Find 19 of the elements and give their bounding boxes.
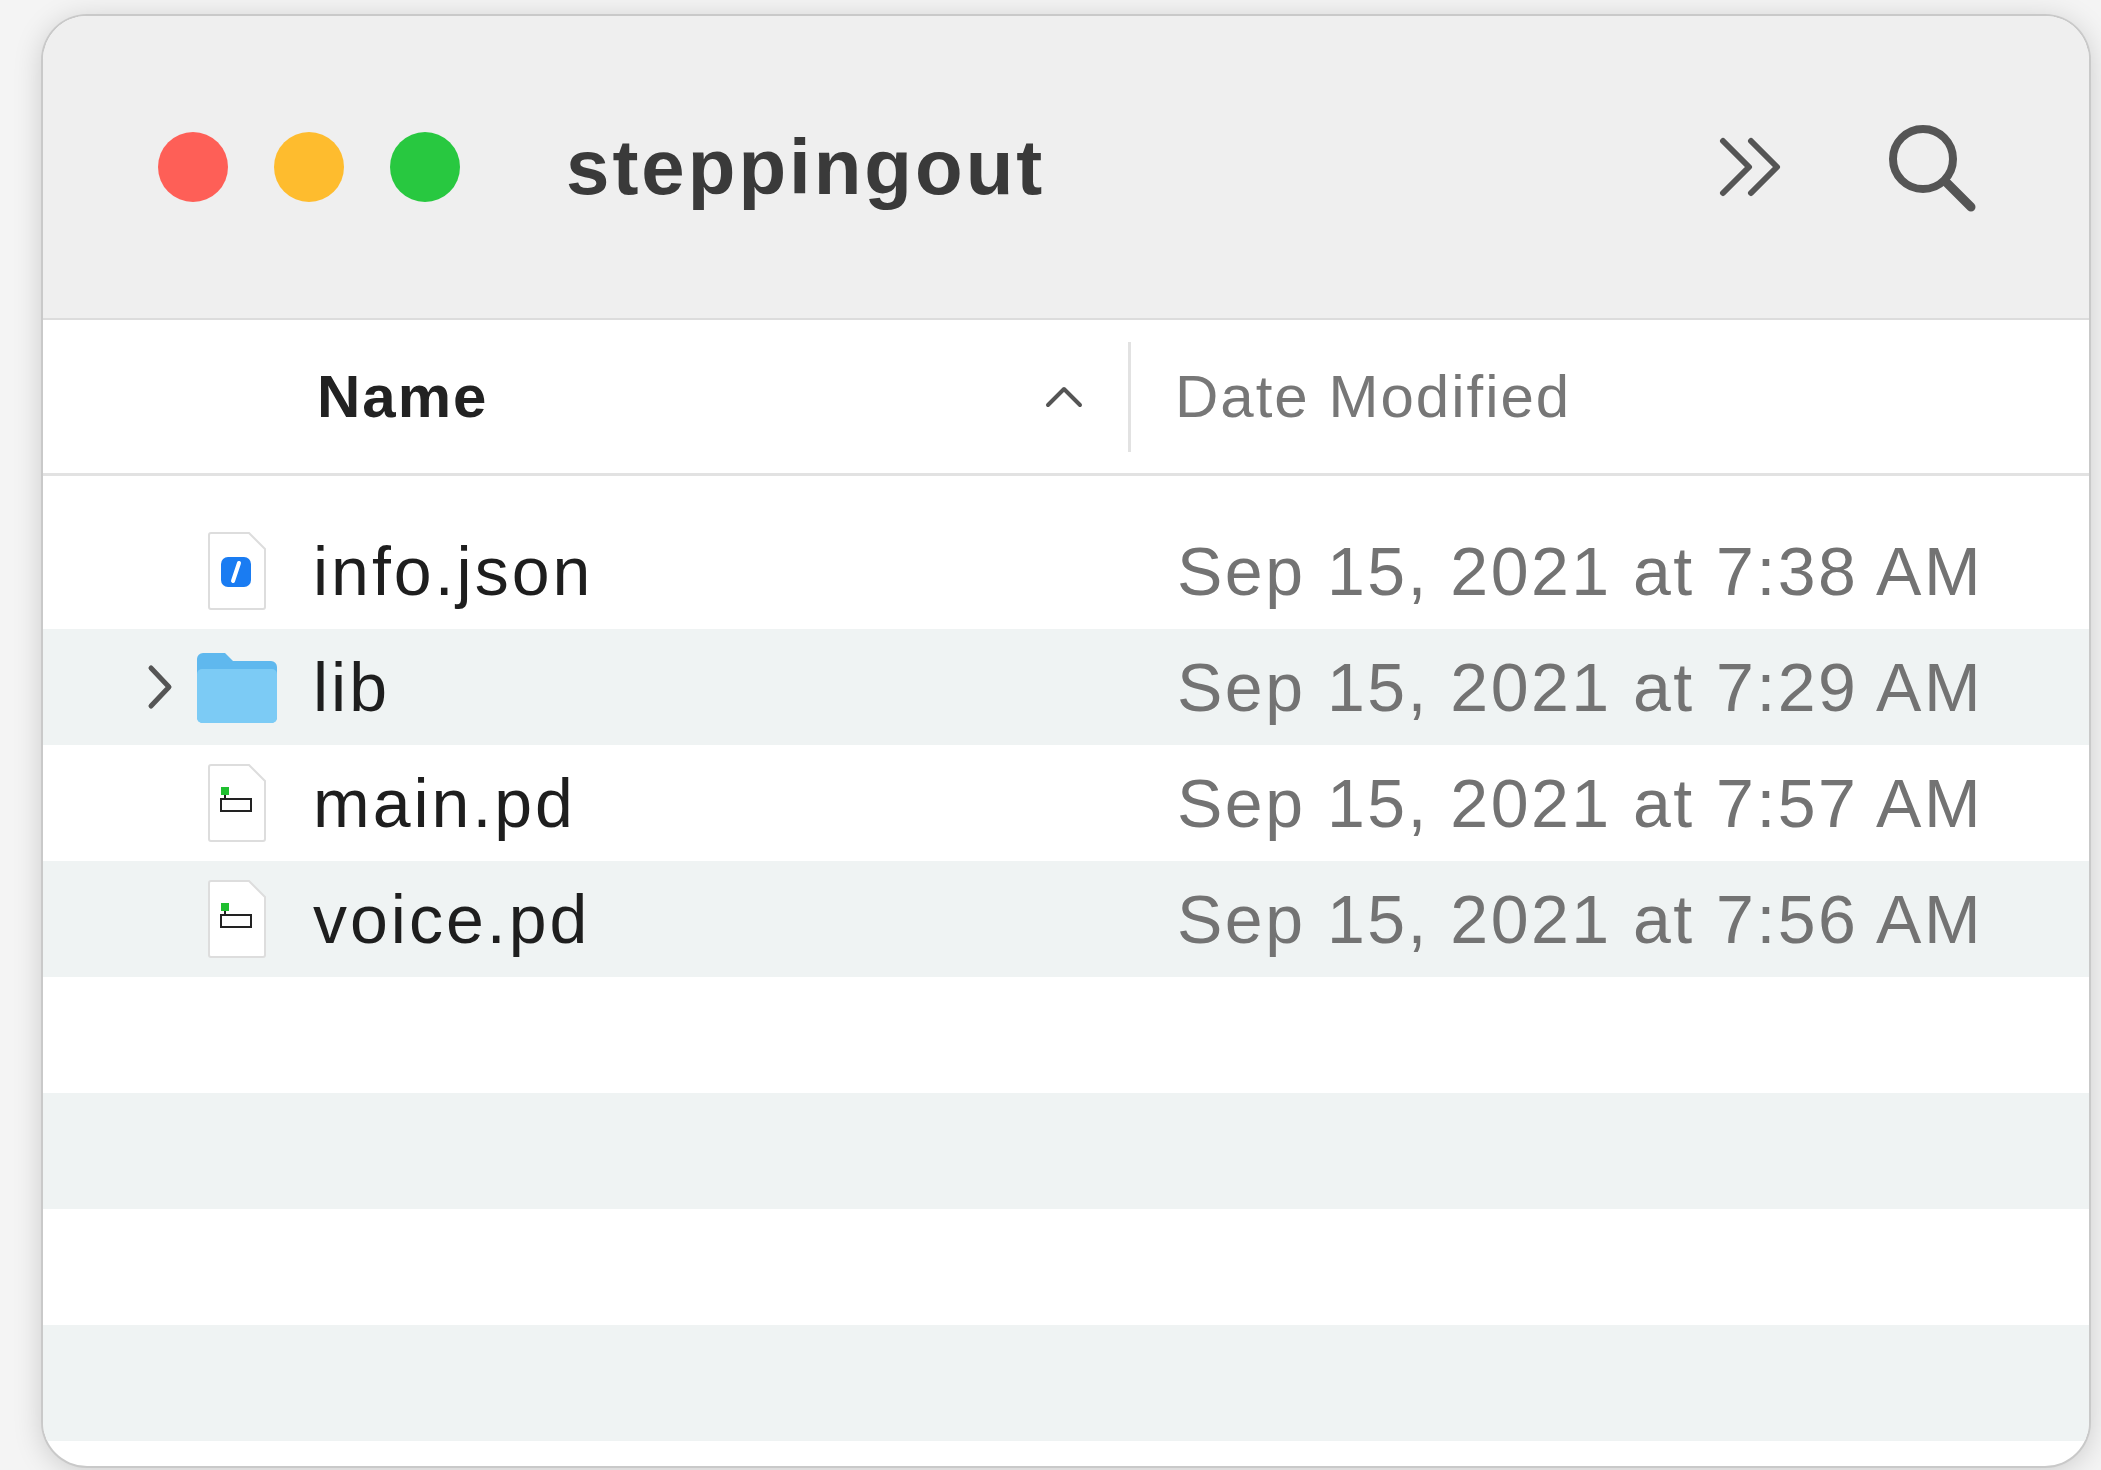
file-row[interactable]: voice.pd Sep 15, 2021 at 7:56 AM [43, 861, 2089, 977]
file-row[interactable]: lib Sep 15, 2021 at 7:29 AM [43, 629, 2089, 745]
date-modified: Sep 15, 2021 at 7:29 AM [1177, 648, 1984, 726]
json-file-icon [207, 531, 267, 611]
column-header[interactable]: Date Modified [1131, 341, 1572, 452]
date-modified: Sep 15, 2021 at 7:38 AM [1177, 532, 1984, 610]
file-name: main.pd [313, 764, 576, 842]
file-name: voice.pd [313, 880, 591, 958]
window-title: steppingout [566, 121, 1047, 213]
date-modified: Sep 15, 2021 at 7:57 AM [1177, 764, 1984, 842]
patch-file-icon [207, 879, 267, 959]
column-header[interactable]: Name [43, 341, 1131, 452]
file-row[interactable]: info.json Sep 15, 2021 at 7:38 AM [43, 513, 2089, 629]
sort-caret-icon [1044, 384, 1084, 409]
file-name: lib [313, 648, 391, 726]
patch-file-icon [207, 763, 267, 843]
file-name: info.json [313, 532, 594, 610]
date-modified: Sep 15, 2021 at 7:56 AM [1177, 880, 1984, 958]
file-row[interactable]: main.pd Sep 15, 2021 at 7:57 AM [43, 745, 2089, 861]
